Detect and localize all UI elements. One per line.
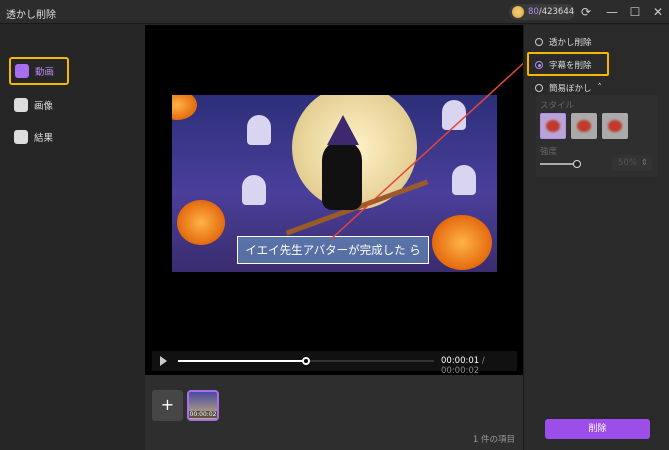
clip-strip: + 00:00:02 1 件の項目 — [145, 375, 523, 450]
option-simple-blur[interactable]: 簡易ぼかし ˄ — [535, 82, 602, 94]
radio-selected-icon — [535, 61, 543, 69]
blur-settings: スタイル 強度 50% ⇕ — [536, 95, 658, 177]
sidebar-item-image[interactable]: 画像 — [10, 91, 68, 119]
add-file-button[interactable]: + — [152, 390, 183, 421]
ghost — [242, 175, 266, 205]
playback-controls: 00:00:01 / 00:00:02 — [152, 351, 517, 376]
sidebar: 動画 画像 結果 — [0, 25, 145, 450]
current-time: 00:00:01 — [441, 356, 480, 366]
pumpkin — [177, 200, 225, 245]
option-label: 簡易ぼかし — [549, 84, 592, 94]
pumpkin — [432, 215, 492, 270]
blur-style-3[interactable] — [602, 113, 628, 139]
subtitle-text: イエイ先生アバターが完成した ら — [245, 243, 421, 257]
ghost — [442, 100, 466, 130]
pumpkin — [172, 95, 197, 120]
blur-style-1[interactable] — [540, 113, 566, 139]
slider-knob[interactable] — [573, 160, 581, 168]
clip-thumbnail[interactable]: 00:00:02 — [187, 390, 219, 421]
style-label: スタイル — [540, 101, 575, 111]
sidebar-item-results[interactable]: 結果 — [10, 123, 68, 151]
strength-value: 50% — [618, 158, 637, 168]
stepper-icon[interactable]: ⇕ — [641, 155, 648, 171]
chevron-up-icon[interactable]: ˄ — [598, 83, 602, 93]
witch-hat — [327, 115, 359, 145]
progress-fill — [178, 360, 306, 362]
ghost — [452, 165, 476, 195]
radio-icon — [535, 38, 543, 46]
subtitle-selection-box[interactable]: イエイ先生アバターが完成した ら — [237, 236, 429, 264]
strength-slider[interactable] — [540, 160, 581, 168]
strength-label: 強度 — [540, 147, 558, 157]
clip-duration: 00:00:02 — [189, 411, 217, 418]
sidebar-item-video[interactable]: 動画 — [9, 57, 69, 85]
blur-style-2[interactable] — [571, 113, 597, 139]
folder-icon — [14, 130, 28, 144]
credits-badge[interactable]: 80/423644 — [509, 4, 575, 20]
video-icon — [15, 64, 29, 78]
option-watermark-removal[interactable]: 透かし削除 — [535, 36, 592, 48]
minimize-button[interactable]: — — [604, 4, 620, 20]
progress-slider[interactable] — [178, 357, 434, 365]
radio-icon — [535, 84, 543, 92]
option-label: 透かし削除 — [549, 38, 592, 48]
credits-total: /423644 — [538, 7, 575, 17]
ghost — [247, 115, 271, 145]
image-icon — [14, 98, 28, 112]
option-subtitle-removal[interactable]: 字幕を削除 — [535, 59, 592, 71]
cat — [322, 140, 362, 210]
delete-button[interactable]: 削除 — [545, 419, 650, 439]
credits-used: 80 — [528, 7, 539, 17]
sidebar-item-label: 動画 — [35, 67, 55, 78]
refresh-icon[interactable]: ⟳ — [578, 4, 594, 20]
coin-icon — [512, 6, 524, 18]
progress-thumb[interactable] — [302, 357, 310, 365]
maximize-button[interactable]: ☐ — [627, 4, 643, 20]
close-button[interactable]: ✕ — [650, 4, 666, 20]
play-button[interactable] — [160, 356, 167, 366]
sidebar-item-label: 画像 — [34, 101, 54, 112]
settings-panel: 透かし削除 字幕を削除 簡易ぼかし ˄ スタイル 強度 50% ⇕ 削除 — [523, 25, 669, 450]
sidebar-item-label: 結果 — [34, 133, 54, 144]
strength-input[interactable]: 50% ⇕ — [612, 155, 652, 171]
time-display: 00:00:01 / 00:00:02 — [441, 356, 517, 376]
item-count: 1 件の項目 — [472, 435, 515, 445]
option-label: 字幕を削除 — [549, 61, 592, 71]
app-title: 透かし削除 — [6, 10, 56, 21]
title-bar: 透かし削除 80/423644 ⟳ — ☐ ✕ — [0, 0, 669, 24]
